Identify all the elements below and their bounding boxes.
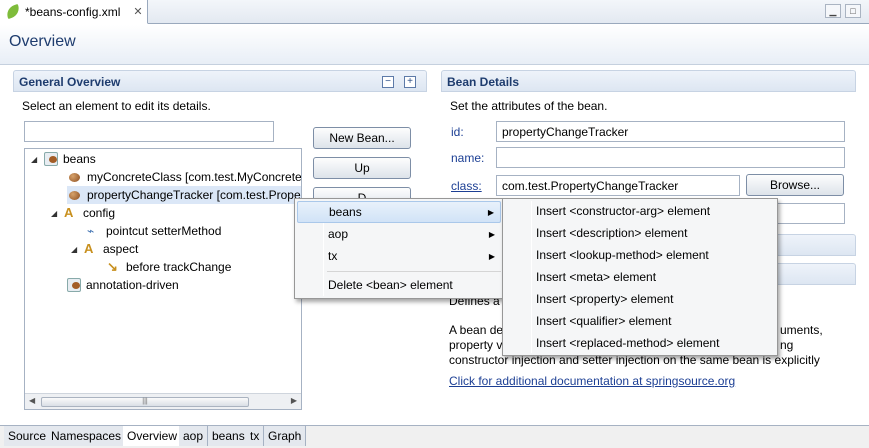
submenu-arrow-icon: ▶	[488, 251, 495, 261]
menu-item-label: aop	[328, 227, 349, 241]
tab-beans[interactable]: beans	[208, 426, 250, 446]
scroll-right-icon[interactable]: ▶	[291, 396, 297, 405]
bean-icon	[69, 172, 80, 182]
context-menu: beans ▶ aop ▶ tx ▶ Delete <bean> element	[294, 198, 504, 299]
general-overview-title: General Overview	[19, 75, 121, 89]
partially-hidden-field[interactable]	[776, 203, 845, 224]
tree-label: myConcreteClass [com.test.MyConcrete	[87, 170, 302, 184]
menu-item-aop[interactable]: aop ▶	[297, 223, 501, 245]
up-button[interactable]: Up	[313, 157, 411, 179]
beans-submenu: Insert <constructor-arg> element Insert …	[502, 198, 778, 356]
tree-label: propertyChangeTracker [com.test.Prope	[87, 188, 301, 202]
tree-label: beans	[63, 152, 96, 166]
collapse-all-icon[interactable]: −	[382, 76, 394, 88]
class-link[interactable]: class:	[451, 179, 482, 193]
spring-leaf-icon	[4, 3, 22, 20]
tree-label: config	[83, 206, 116, 220]
submenu-item-meta[interactable]: Insert <meta> element	[505, 266, 775, 288]
horizontal-scrollbar[interactable]: ◀ ||| ▶	[25, 393, 301, 409]
annotation-driven-icon	[67, 278, 81, 292]
new-bean-button[interactable]: New Bean...	[313, 127, 411, 149]
tab-overview[interactable]: Overview	[123, 426, 183, 446]
class-field[interactable]: com.test.PropertyChangeTracker	[496, 175, 740, 196]
tree-item-property-change-tracker[interactable]: propertyChangeTracker [com.test.Prope	[67, 186, 301, 204]
tree-label: pointcut setterMethod	[106, 224, 222, 238]
submenu-item-constructor-arg[interactable]: Insert <constructor-arg> element	[505, 200, 775, 222]
aspect-icon: A	[84, 241, 94, 256]
tree-item-pointcut[interactable]: ⌁ pointcut setterMethod	[87, 222, 221, 240]
menu-item-label: tx	[328, 249, 338, 263]
details-instruction: Set the attributes of the bean.	[450, 99, 608, 113]
name-label: name:	[451, 151, 485, 165]
submenu-item-property[interactable]: Insert <property> element	[505, 288, 775, 310]
pointcut-icon: ⌁	[87, 224, 95, 238]
tree-item-config[interactable]: ◢ A config	[51, 204, 115, 222]
editor-tab-title: *beans-config.xml	[25, 4, 121, 19]
menu-item-tx[interactable]: tx ▶	[297, 245, 501, 267]
scrollbar-thumb[interactable]: |||	[41, 397, 249, 407]
tree-label: before trackChange	[126, 260, 232, 274]
submenu-item-qualifier[interactable]: Insert <qualifier> element	[505, 310, 775, 332]
tree-label: aspect	[103, 242, 139, 256]
editor-tab-bar: *beans-config.xml ✕ ▁ □	[0, 0, 869, 24]
expanded-twisty-icon[interactable]: ◢	[71, 245, 79, 254]
bean-details-header: Bean Details	[441, 70, 856, 92]
collapsed-section-header[interactable]	[776, 234, 856, 256]
expand-all-icon[interactable]: +	[404, 76, 416, 88]
id-label: id:	[451, 125, 464, 139]
aop-config-icon: A	[64, 205, 74, 220]
submenu-item-lookup-method[interactable]: Insert <lookup-method> element	[505, 244, 775, 266]
maximize-icon[interactable]: □	[845, 4, 861, 18]
menu-item-beans[interactable]: beans ▶	[297, 201, 501, 223]
tab-tx[interactable]: tx	[246, 426, 265, 446]
tab-source[interactable]: Source	[4, 426, 52, 446]
tree-item-my-concrete-class[interactable]: myConcreteClass [com.test.MyConcrete	[67, 168, 302, 186]
editor-page-tabs: Source Namespaces Overview aop beans tx …	[0, 425, 869, 448]
submenu-item-replaced-method[interactable]: Insert <replaced-method> element	[505, 332, 775, 354]
browse-button[interactable]: Browse...	[746, 174, 844, 196]
submenu-arrow-icon: ▶	[488, 229, 495, 239]
tab-namespaces[interactable]: Namespaces	[47, 426, 127, 446]
tab-aop[interactable]: aop	[179, 426, 209, 446]
doc-line-2-end: ng	[780, 338, 794, 352]
bean-icon	[69, 190, 80, 200]
submenu-arrow-icon: ▶	[487, 207, 494, 217]
tree-item-aspect[interactable]: ◢ A aspect	[71, 240, 138, 258]
bean-tree[interactable]: ◢ beans myConcreteClass [com.test.MyConc…	[24, 148, 302, 410]
tree-item-annotation-driven[interactable]: annotation-driven	[67, 276, 179, 294]
close-icon[interactable]: ✕	[133, 5, 142, 18]
doc-line-1-end: uments,	[780, 323, 823, 337]
menu-item-delete-bean[interactable]: Delete <bean> element	[297, 274, 501, 296]
name-field[interactable]	[496, 147, 845, 168]
bean-details-title: Bean Details	[447, 75, 520, 89]
expanded-twisty-icon[interactable]: ◢	[51, 209, 59, 218]
menu-separator	[327, 271, 501, 272]
submenu-item-description[interactable]: Insert <description> element	[505, 222, 775, 244]
form-header: Overview	[0, 25, 869, 65]
page-title: Overview	[9, 33, 76, 50]
documentation-link[interactable]: Click for additional documentation at sp…	[449, 374, 749, 389]
documentation-section-header	[776, 263, 856, 285]
general-instruction: Select an element to edit its details.	[22, 99, 211, 113]
menu-item-label: beans	[329, 205, 362, 219]
tree-label: annotation-driven	[86, 278, 179, 292]
scroll-left-icon[interactable]: ◀	[29, 396, 35, 405]
tab-graph[interactable]: Graph	[264, 426, 307, 446]
id-field[interactable]: propertyChangeTracker	[496, 121, 845, 142]
tree-item-beans[interactable]: ◢ beans	[31, 150, 96, 168]
minimize-icon[interactable]: ▁	[825, 4, 841, 18]
beans-icon	[44, 152, 58, 166]
tree-item-before[interactable]: ↘ before trackChange	[107, 258, 231, 276]
editor-tab[interactable]: *beans-config.xml ✕	[0, 0, 148, 24]
filter-input[interactable]	[24, 121, 274, 142]
menu-item-label: Delete <bean> element	[328, 278, 453, 292]
advice-icon: ↘	[107, 259, 118, 274]
expanded-twisty-icon[interactable]: ◢	[31, 155, 39, 164]
general-overview-header: General Overview − +	[13, 70, 427, 92]
